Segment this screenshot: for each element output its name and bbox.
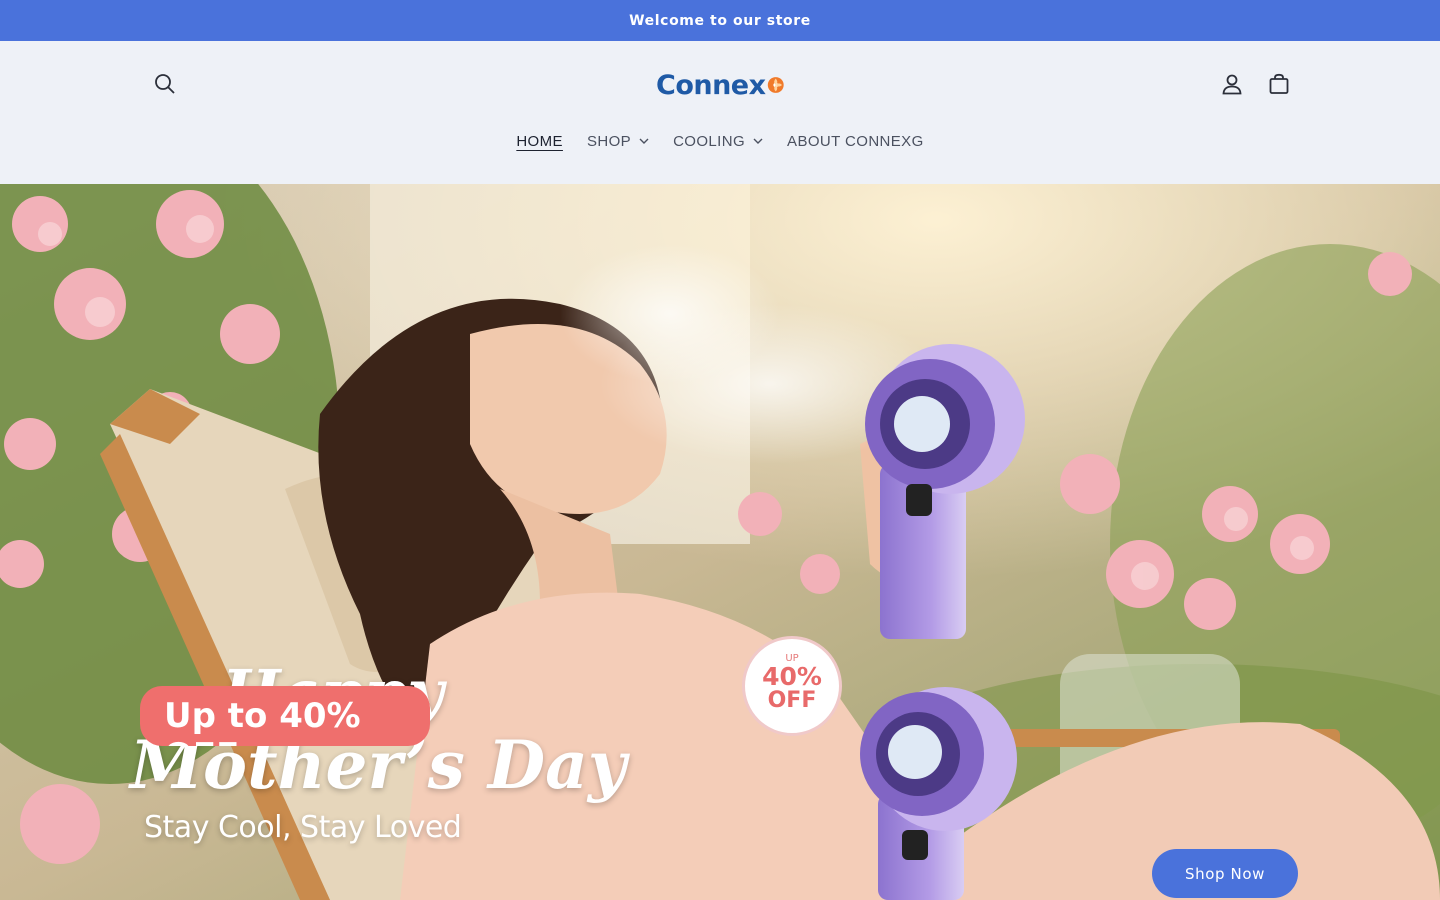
nav-item-label: ABOUT CONNEXG: [787, 132, 924, 150]
search-button[interactable]: [148, 67, 182, 101]
nav-item-shop[interactable]: SHOP: [587, 127, 649, 155]
nav-item-about[interactable]: ABOUT CONNEXG: [787, 127, 924, 155]
nav-item-label: HOME: [516, 132, 563, 150]
hero-banner[interactable]: Happy Mother’s Day Stay Cool, Stay Loved: [0, 184, 1440, 900]
announcement-bar: Welcome to our store: [0, 0, 1440, 41]
nav-item-label: COOLING: [673, 132, 746, 150]
nav-item-cooling[interactable]: COOLING: [673, 127, 763, 155]
hero-subheadline: Stay Cool, Stay Loved: [144, 810, 462, 845]
site-logo[interactable]: Connex: [656, 67, 784, 103]
badge-off-text: OFF: [767, 688, 817, 714]
account-button[interactable]: [1215, 67, 1249, 101]
site-header: Connex HOME SHOP COOLING ABOUT CONNEXG: [0, 41, 1440, 184]
logo-text: Connex: [656, 69, 766, 101]
badge-percent: 40%: [762, 662, 822, 691]
chevron-down-icon: [753, 138, 763, 144]
shop-now-button[interactable]: Shop Now: [1152, 849, 1298, 898]
announcement-text: Welcome to our store: [629, 12, 811, 29]
nav-item-home[interactable]: HOME: [516, 127, 563, 155]
chevron-down-icon: [639, 138, 649, 144]
cart-button[interactable]: [1262, 67, 1296, 101]
search-icon: [155, 74, 175, 94]
nav-item-label: SHOP: [586, 132, 632, 150]
cart-icon: [1269, 73, 1289, 94]
promo-pill: Up to 40% OFF: [140, 686, 430, 746]
discount-badge: UP 40% OFF: [742, 636, 842, 736]
logo-fan-icon: [767, 77, 784, 93]
user-icon: [1222, 74, 1242, 95]
main-nav: HOME SHOP COOLING ABOUT CONNEXG: [0, 127, 1440, 155]
